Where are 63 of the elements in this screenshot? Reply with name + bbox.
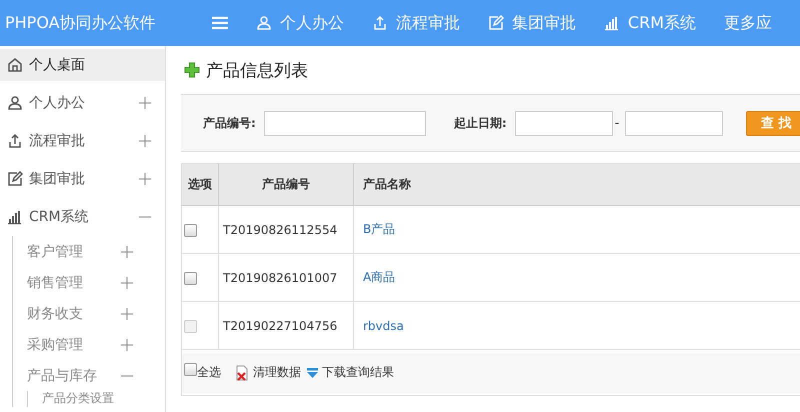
sidebar-subitem[interactable]: 财务收支	[27, 304, 111, 322]
checkbox[interactable]	[184, 224, 197, 237]
sidebar-item-label[interactable]: 流程审批	[29, 132, 133, 150]
date-separator: -	[614, 116, 620, 130]
sidebar-row[interactable]: 集团审批	[0, 160, 165, 198]
select-all-label[interactable]: 全选	[197, 364, 221, 381]
table-cell: T20190227104756	[218, 302, 354, 350]
sidebar-row[interactable]: 个人办公	[0, 84, 165, 122]
download-icon	[307, 368, 318, 378]
action-link[interactable]: 清理数据	[253, 364, 301, 381]
sidebar-subitem[interactable]: 客户管理	[27, 242, 111, 260]
upload-icon	[7, 133, 23, 149]
end-date-field[interactable]	[625, 110, 724, 136]
user-icon	[256, 15, 272, 31]
checkbox[interactable]	[184, 272, 197, 285]
nav-link[interactable]: CRM系统	[628, 12, 696, 34]
expand-icon[interactable]	[139, 173, 151, 185]
nav-link[interactable]: 更多应	[724, 12, 772, 34]
nav-link[interactable]: 集团审批	[512, 12, 576, 34]
sidebar-subitem[interactable]: 产品分类设置	[42, 390, 114, 407]
column-header: 产品名称	[354, 164, 800, 206]
sidebar-subitem[interactable]: 产品与库存	[27, 366, 111, 384]
sidebar-item-label[interactable]: CRM系统	[29, 208, 133, 226]
table-cell: T20190826112554	[218, 206, 354, 254]
expand-icon[interactable]	[121, 308, 133, 320]
product-link[interactable]: A商品	[363, 270, 396, 284]
bar-chart-icon	[7, 209, 23, 225]
plus-icon	[184, 62, 200, 78]
menu-icon[interactable]	[212, 16, 228, 30]
checkbox[interactable]	[184, 363, 197, 376]
sidebar-row[interactable]: CRM系统	[0, 198, 165, 236]
product-code-field[interactable]	[264, 110, 426, 136]
upload-icon	[372, 15, 388, 31]
start-date-field[interactable]	[514, 110, 613, 136]
edit-icon	[488, 15, 504, 31]
app-title: PHPOA协同办公软件	[4, 12, 157, 34]
delete-document-icon	[235, 364, 249, 380]
nav-link[interactable]: 流程审批	[396, 12, 460, 34]
page-title: 产品信息列表	[206, 60, 308, 82]
field-label: 起止日期:	[454, 114, 507, 132]
expand-icon[interactable]	[121, 276, 133, 288]
sidebar-item-label[interactable]: 个人办公	[29, 94, 133, 112]
column-header: 选项	[182, 164, 218, 206]
table-cell: T20190826101007	[218, 254, 354, 302]
field-label: 产品编号:	[203, 114, 256, 132]
bar-chart-icon	[604, 15, 620, 31]
user-icon	[7, 95, 23, 111]
home-icon	[7, 57, 23, 73]
sidebar-item-label[interactable]: 集团审批	[29, 170, 133, 188]
expand-icon[interactable]	[139, 97, 151, 109]
column-header: 产品编号	[218, 164, 354, 206]
action-link[interactable]: 下载查询结果	[322, 364, 394, 381]
sidebar-subitem[interactable]: 销售管理	[27, 274, 111, 292]
expand-icon[interactable]	[121, 246, 133, 258]
expand-icon[interactable]	[139, 135, 151, 147]
edit-icon	[7, 171, 23, 187]
expand-icon[interactable]	[121, 338, 133, 350]
nav-link[interactable]: 个人办公	[280, 12, 344, 34]
product-link[interactable]: B产品	[363, 222, 396, 236]
sidebar-subitem[interactable]: 采购管理	[27, 336, 111, 354]
sidebar-item-label[interactable]: 个人桌面	[29, 56, 151, 74]
sidebar-item-selected[interactable]: 个人桌面	[0, 49, 165, 81]
sidebar-row[interactable]: 流程审批	[0, 122, 165, 160]
